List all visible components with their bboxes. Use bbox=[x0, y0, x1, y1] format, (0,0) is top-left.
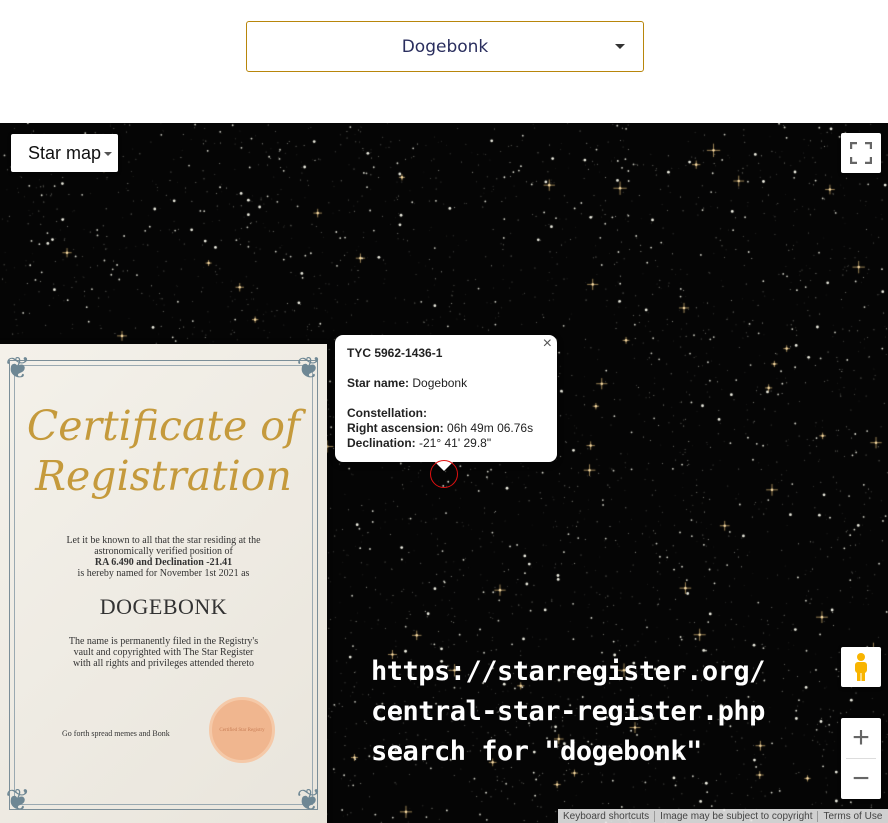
copyright-notice: Image may be subject to copyright bbox=[655, 810, 819, 822]
star-catalog-id: TYC 5962-1436-1 bbox=[347, 346, 443, 360]
ornament-icon: ❦ bbox=[5, 784, 31, 817]
fullscreen-icon bbox=[850, 142, 872, 164]
ornament-icon: ❦ bbox=[296, 352, 322, 385]
certificate-seal: Certified Star Registry bbox=[209, 697, 275, 763]
star-select-dropdown[interactable]: Dogebonk bbox=[246, 21, 644, 72]
certificate-footer: Go forth spread memes and Bonk bbox=[62, 729, 170, 738]
seal-text: Certified Star Registry bbox=[219, 727, 265, 733]
certificate-title-line2: Registration bbox=[35, 452, 292, 500]
map-credits: Keyboard shortcuts Image may be subject … bbox=[558, 809, 888, 823]
constellation-row: Constellation: bbox=[347, 406, 427, 420]
certificate-body-line: vault and copyrighted with The Star Regi… bbox=[73, 647, 254, 658]
certificate-body-line: RA 6.490 and Declination -21.41 bbox=[94, 557, 233, 568]
zoom-in-button[interactable]: + bbox=[841, 718, 881, 758]
keyboard-shortcuts-link[interactable]: Keyboard shortcuts bbox=[558, 810, 656, 822]
certificate-body-line: Let it be known to all that the star res… bbox=[66, 535, 261, 546]
certificate-star-name: DOGEBONK bbox=[99, 594, 228, 619]
caret-down-icon bbox=[615, 44, 625, 49]
zoom-out-button[interactable]: − bbox=[841, 759, 881, 799]
fullscreen-button[interactable] bbox=[841, 133, 881, 173]
star-info-window: × TYC 5962-1436-1 Star name: Dogebonk Co… bbox=[335, 335, 557, 471]
certificate-body-line: astronomically verified position of bbox=[94, 546, 233, 557]
map-type-control[interactable]: Star map bbox=[11, 134, 118, 172]
terms-of-use-link[interactable]: Terms of Use bbox=[818, 811, 887, 822]
overlay-text-line: search for "dogebonk" bbox=[371, 736, 702, 767]
header: Dogebonk bbox=[0, 0, 888, 123]
certificate-body-line: The name is permanently filed in the Reg… bbox=[68, 636, 259, 647]
certificate-image: ❦ ❦ ❦ ❦ Certificate of Registration Let … bbox=[0, 344, 327, 823]
certificate-title-line1: Certificate of bbox=[26, 402, 301, 450]
star-name-row: Star name: Dogebonk bbox=[347, 376, 468, 390]
close-icon[interactable]: × bbox=[543, 335, 552, 353]
star-map[interactable]: Star map ❦ ❦ ❦ ❦ Certificate of Registra… bbox=[0, 123, 888, 823]
certificate-body-line: with all rights and privileges attended … bbox=[72, 658, 255, 669]
declination-row: Declination: -21° 41' 29.8" bbox=[347, 436, 492, 450]
street-view-pegman-button[interactable] bbox=[841, 647, 881, 687]
zoom-control: + − bbox=[841, 718, 881, 799]
ornament-icon: ❦ bbox=[5, 352, 31, 385]
caret-down-icon bbox=[104, 152, 112, 156]
ornament-icon: ❦ bbox=[296, 784, 322, 817]
overlay-text-line: https://starregister.org/ bbox=[371, 656, 765, 687]
star-select-value: Dogebonk bbox=[401, 36, 489, 57]
certificate-body-line: is hereby named for November 1st 2021 as bbox=[77, 568, 250, 579]
overlay-text-line: central-star-register.php bbox=[371, 696, 765, 727]
map-type-label: Star map bbox=[28, 142, 102, 163]
star-marker[interactable] bbox=[430, 460, 458, 488]
right-ascension-row: Right ascension: 06h 49m 06.76s bbox=[347, 421, 534, 435]
pegman-icon bbox=[855, 653, 867, 681]
